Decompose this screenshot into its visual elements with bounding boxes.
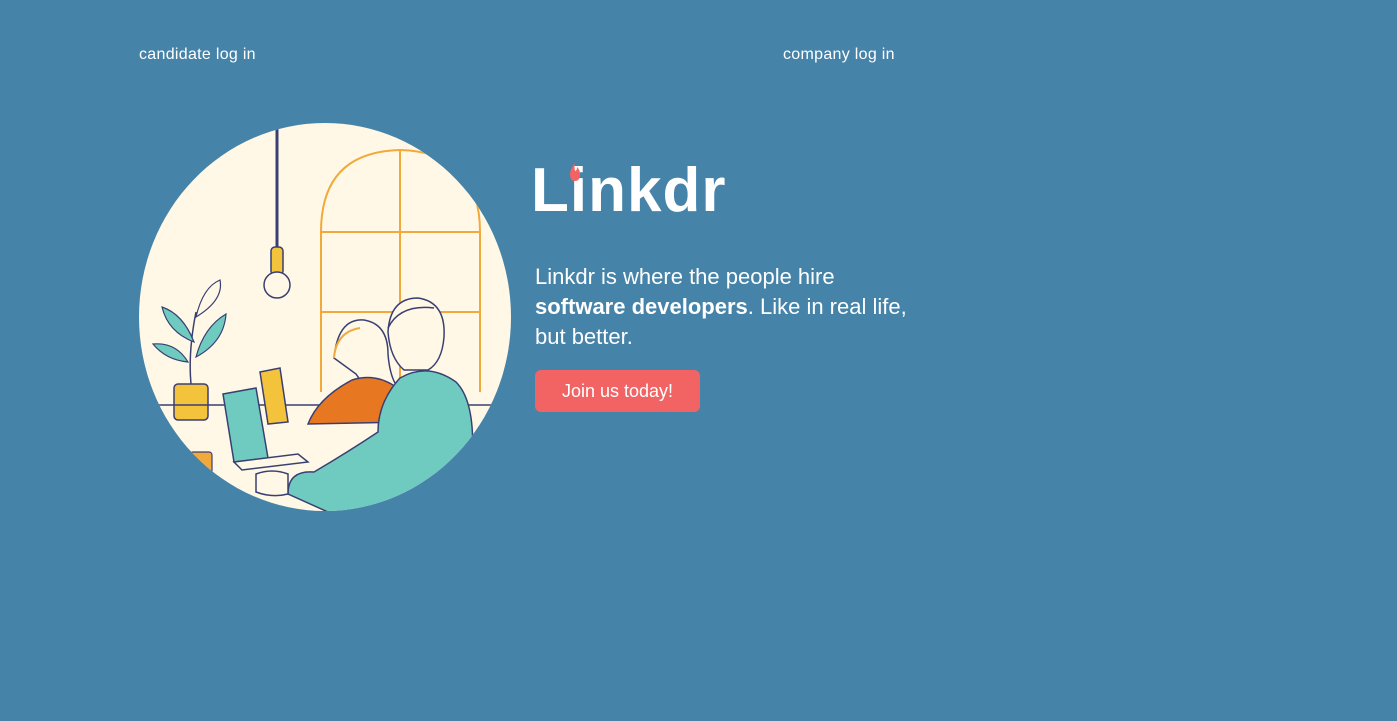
- company-login-link[interactable]: company log in: [783, 46, 895, 64]
- join-us-button[interactable]: Join us today!: [535, 370, 700, 412]
- tagline-lead: Linkdr is where the people hire: [535, 264, 835, 289]
- candidate-login-link[interactable]: candidate log in: [139, 46, 256, 64]
- brand-name: Linkdr: [531, 156, 727, 225]
- brand-logo: Linkdr: [531, 160, 726, 222]
- tagline-bold: software developers: [535, 294, 748, 319]
- hero-tagline: Linkdr is where the people hire software…: [535, 262, 925, 352]
- flame-icon: [570, 163, 580, 181]
- hero-illustration: [139, 123, 511, 511]
- landing-page: candidate log in company log in Linkdr L…: [0, 0, 1397, 721]
